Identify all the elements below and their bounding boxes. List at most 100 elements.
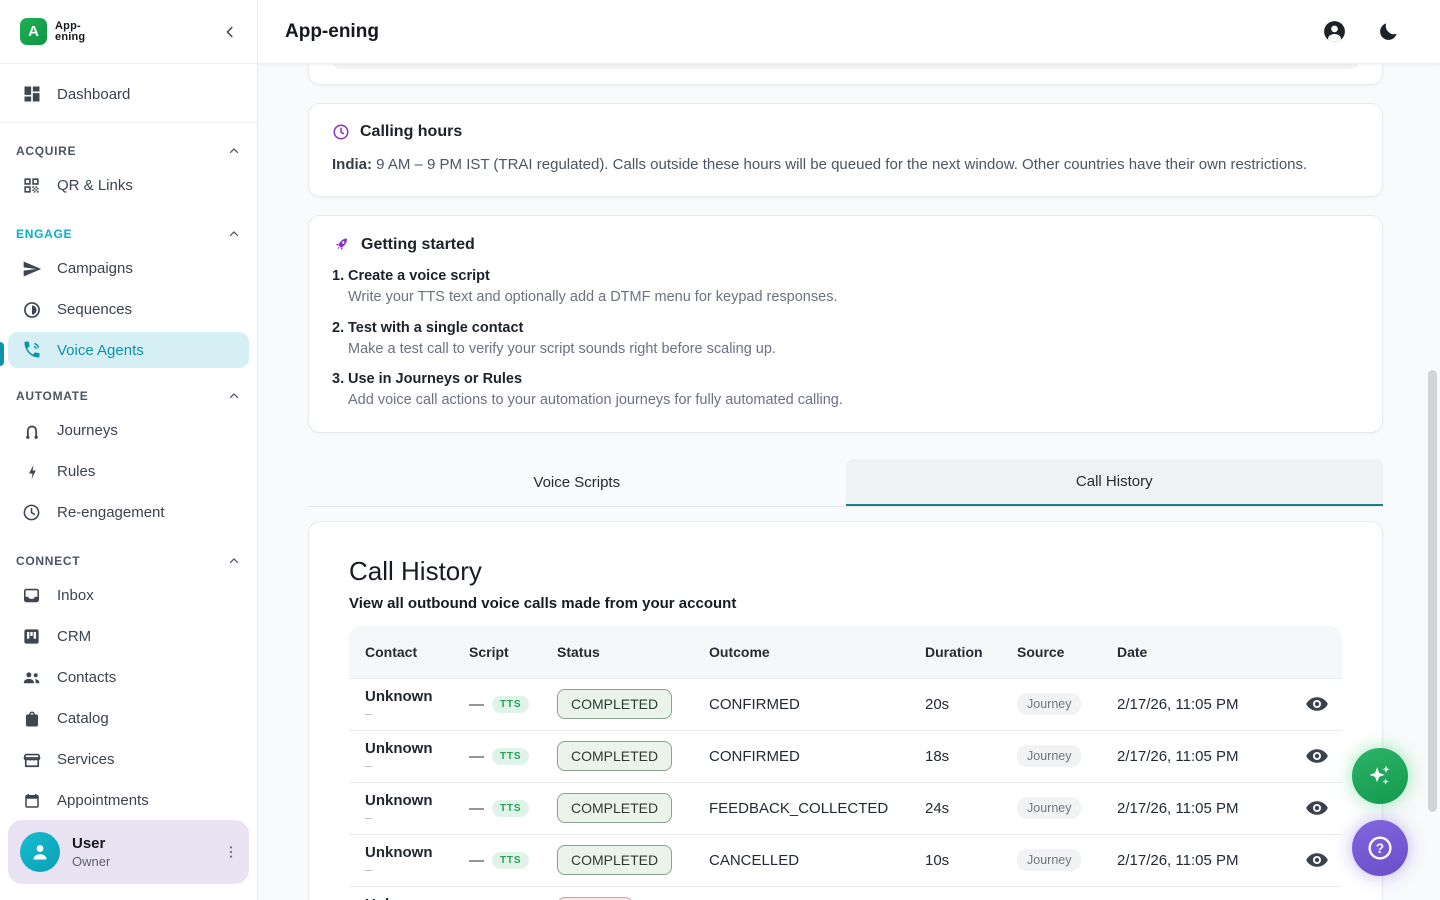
sidebar-item-journeys[interactable]: Journeys xyxy=(0,410,257,451)
step-desc: Make a test call to verify your script s… xyxy=(348,340,776,360)
sidebar-item-label: QR & Links xyxy=(57,177,133,194)
help-button[interactable]: ? xyxy=(1352,820,1408,876)
sidebar-section-connect[interactable]: CONNECT xyxy=(0,547,257,575)
sidebar-item-qr-links[interactable]: QR & Links xyxy=(0,165,257,206)
col-contact: Contact xyxy=(365,644,469,660)
sidebar-item-services[interactable]: Services xyxy=(0,739,257,780)
sidebar-item-label: Re-engagement xyxy=(57,504,165,521)
contact-sub: – xyxy=(365,706,469,721)
col-outcome: Outcome xyxy=(709,644,925,660)
contact-name: Unknown xyxy=(365,844,469,861)
tts-badge: TTS xyxy=(492,852,529,869)
sidebar-item-dashboard[interactable]: Dashboard xyxy=(0,70,257,118)
brand-logo-letter: A xyxy=(28,23,39,40)
sidebar-item-voice-agents[interactable]: Voice Agents xyxy=(8,332,249,368)
sidebar-item-label: Campaigns xyxy=(57,260,133,277)
table-row: Unknown– —TTS COMPLETED CANCELLED 10s Jo… xyxy=(349,834,1342,886)
scrolled-card-fragment xyxy=(308,64,1383,85)
sidebar-item-catalog[interactable]: Catalog xyxy=(0,698,257,739)
sidebar-logo-row: A App- ening xyxy=(0,0,257,64)
shopping-bag-icon xyxy=(21,708,42,729)
clock-icon xyxy=(21,502,42,523)
chevron-left-icon xyxy=(221,23,239,41)
contact-name: Unknown xyxy=(365,896,469,900)
view-call-button[interactable] xyxy=(1301,896,1333,900)
sidebar-section-automate[interactable]: AUTOMATE xyxy=(0,382,257,410)
tab-call-history[interactable]: Call History xyxy=(846,459,1384,506)
tts-badge: TTS xyxy=(492,748,529,765)
source-badge: Journey xyxy=(1017,693,1081,715)
view-call-button[interactable] xyxy=(1301,844,1333,876)
storefront-icon xyxy=(21,749,42,770)
inbox-icon xyxy=(21,585,42,606)
col-status: Status xyxy=(557,644,709,660)
chevron-up-icon xyxy=(227,389,241,403)
col-source: Source xyxy=(1017,644,1117,660)
sidebar-item-label: Appointments xyxy=(57,792,149,809)
user-menu-button[interactable] xyxy=(223,844,239,860)
sequence-timelapse-icon xyxy=(21,299,42,320)
call-history-title: Call History xyxy=(349,556,1342,587)
status-badge: COMPLETED xyxy=(557,793,672,823)
contact-name: Unknown xyxy=(365,688,469,705)
sidebar-item-label: Services xyxy=(57,751,115,768)
sidebar-nav: Dashboard ACQUIRE QR & Links ENGAGE Camp… xyxy=(0,64,257,821)
kanban-board-icon xyxy=(21,626,42,647)
route-icon xyxy=(21,420,42,441)
sidebar-item-label: Sequences xyxy=(57,301,132,318)
top-header: App-ening xyxy=(258,0,1440,64)
outcome-value: CONFIRMED xyxy=(709,748,925,765)
phone-call-icon xyxy=(21,340,42,361)
avatar xyxy=(20,832,60,872)
sidebar-item-appointments[interactable]: Appointments xyxy=(0,780,257,821)
dashboard-icon xyxy=(21,84,42,105)
header-actions xyxy=(1322,19,1400,44)
outcome-value: CONFIRMED xyxy=(709,696,925,713)
source-badge: Journey xyxy=(1017,745,1081,767)
status-badge: COMPLETED xyxy=(557,741,672,771)
view-call-button[interactable] xyxy=(1301,792,1333,824)
tab-voice-scripts[interactable]: Voice Scripts xyxy=(308,459,846,506)
duration-value: 24s xyxy=(925,800,1017,817)
sidebar-collapse-button[interactable] xyxy=(221,23,239,41)
eye-icon xyxy=(1305,744,1329,768)
sidebar-item-inbox[interactable]: Inbox xyxy=(0,575,257,616)
scrollbar-thumb[interactable] xyxy=(1428,370,1437,812)
tab-bar: Voice Scripts Call History xyxy=(308,459,1383,507)
sidebar-item-re-engagement[interactable]: Re-engagement xyxy=(0,492,257,533)
sidebar: A App- ening Dashboard ACQUIRE QR & Link… xyxy=(0,0,258,900)
account-button[interactable] xyxy=(1322,19,1347,44)
sidebar-item-label: Contacts xyxy=(57,669,116,686)
sidebar-section-engage[interactable]: ENGAGE xyxy=(0,220,257,248)
duration-value: 20s xyxy=(925,696,1017,713)
source-badge: Journey xyxy=(1017,849,1081,871)
step-title: Use in Journeys or Rules xyxy=(348,371,843,387)
getting-started-title: Getting started xyxy=(361,236,475,254)
view-call-button[interactable] xyxy=(1301,688,1333,720)
sidebar-item-sequences[interactable]: Sequences xyxy=(0,289,257,330)
user-circle-icon xyxy=(1322,19,1347,44)
sidebar-section-acquire[interactable]: ACQUIRE xyxy=(0,137,257,165)
scrolled-card-inner xyxy=(331,64,1360,69)
contact-sub: – xyxy=(365,758,469,773)
table-row: Unknown– —TTS COMPLETED FEEDBACK_COLLECT… xyxy=(349,782,1342,834)
sidebar-item-rules[interactable]: Rules xyxy=(0,451,257,492)
people-icon xyxy=(21,667,42,688)
ai-assistant-button[interactable] xyxy=(1352,748,1408,804)
sidebar-item-label: CRM xyxy=(57,628,91,645)
sidebar-item-contacts[interactable]: Contacts xyxy=(0,657,257,698)
eye-icon xyxy=(1305,848,1329,872)
sidebar-item-campaigns[interactable]: Campaigns xyxy=(0,248,257,289)
user-card[interactable]: User Owner xyxy=(8,820,249,884)
sidebar-item-crm[interactable]: CRM xyxy=(0,616,257,657)
table-row: Unknown– —TTS COMPLETED CONFIRMED 20s Jo… xyxy=(349,678,1342,730)
sparkles-icon xyxy=(1366,762,1394,790)
chevron-up-icon xyxy=(227,144,241,158)
calling-hours-title: Calling hours xyxy=(360,123,462,141)
view-call-button[interactable] xyxy=(1301,740,1333,772)
kebab-menu-icon xyxy=(223,844,239,860)
step-item: 2. Test with a single contact Make a tes… xyxy=(332,320,1359,360)
status-badge: COMPLETED xyxy=(557,845,672,875)
dark-mode-toggle[interactable] xyxy=(1377,20,1400,43)
sidebar-item-label: Journeys xyxy=(57,422,118,439)
